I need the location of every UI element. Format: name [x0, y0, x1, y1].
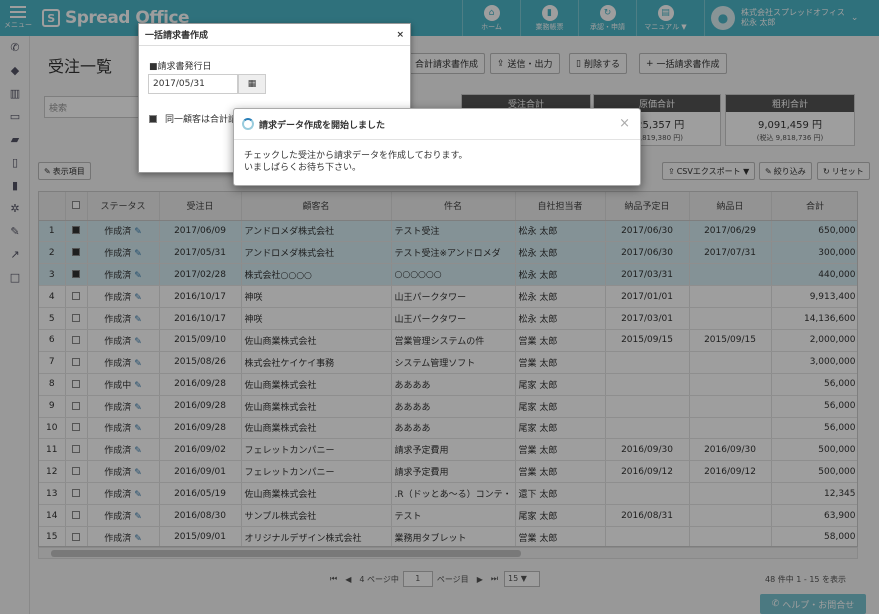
- issue-date-input[interactable]: 2017/05/31: [148, 74, 238, 94]
- spinner-icon: [242, 118, 254, 130]
- dialog-title: 一括請求書作成: [145, 31, 209, 41]
- issue-date-label: ■請求書発行日: [149, 62, 212, 72]
- modal-overlay: [0, 0, 879, 614]
- close-button[interactable]: ×: [396, 30, 404, 40]
- progress-dialog: 請求データ作成を開始しました × チェックした受注から請求データを作成しておりま…: [233, 108, 641, 186]
- progress-title: 請求データ作成を開始しました: [259, 120, 386, 131]
- close-button[interactable]: ×: [619, 116, 630, 131]
- same-customer-checkbox[interactable]: [149, 114, 157, 123]
- same-customer-option[interactable]: 同一顧客は合計請: [149, 112, 237, 125]
- calendar-icon[interactable]: ▦: [238, 74, 266, 94]
- progress-message-2: いましばらくお待ち下さい。: [244, 163, 362, 173]
- same-customer-label: 同一顧客は合計請: [165, 115, 238, 125]
- progress-message-1: チェックした受注から請求データを作成しております。: [244, 151, 468, 161]
